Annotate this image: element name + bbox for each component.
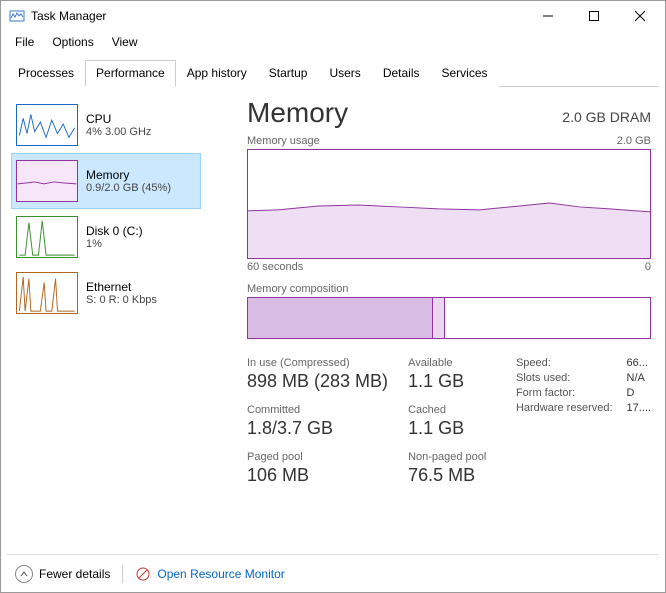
committed-label: Committed (247, 404, 388, 416)
composition-modified (433, 298, 445, 338)
composition-in-use (248, 298, 433, 338)
ethernet-thumb-icon (16, 272, 78, 314)
memory-usage-graph (247, 149, 651, 259)
fewer-details-button[interactable]: Fewer details (39, 567, 110, 581)
cached-label: Cached (408, 404, 486, 416)
paged-value: 106 MB (247, 465, 388, 486)
tab-apphistory[interactable]: App history (176, 60, 258, 87)
available-value: 1.1 GB (408, 371, 486, 392)
sidebar-memory-sub: 0.9/2.0 GB (45%) (86, 182, 171, 194)
menu-bar: File Options View (1, 31, 665, 53)
panel-title: Memory (247, 97, 348, 129)
footer-separator (122, 565, 123, 583)
panel-subtitle: 2.0 GB DRAM (562, 109, 651, 125)
composition-label: Memory composition (247, 283, 651, 295)
sidebar-item-ethernet[interactable]: EthernetS: 0 R: 0 Kbps (11, 265, 201, 321)
sidebar-item-memory[interactable]: Memory0.9/2.0 GB (45%) (11, 153, 201, 209)
menu-file[interactable]: File (7, 33, 42, 51)
sidebar-disk-sub: 1% (86, 238, 143, 250)
tab-performance[interactable]: Performance (85, 60, 176, 87)
usage-label: Memory usage (247, 135, 320, 147)
memory-thumb-icon (16, 160, 78, 202)
footer-bar: Fewer details Open Resource Monitor (7, 554, 659, 592)
usage-max: 2.0 GB (617, 135, 651, 147)
sidebar-item-disk[interactable]: Disk 0 (C:)1% (11, 209, 201, 265)
reserved-label: Hardware reserved: (516, 402, 613, 414)
cpu-thumb-icon (16, 104, 78, 146)
slots-value: N/A (627, 372, 651, 384)
memory-stats: In use (Compressed) 898 MB (283 MB) Commi… (247, 357, 651, 486)
maximize-button[interactable] (571, 1, 617, 31)
sidebar-cpu-name: CPU (86, 112, 151, 126)
form-value: D (627, 387, 651, 399)
x-axis-right: 0 (645, 261, 651, 273)
inuse-value: 898 MB (283 MB) (247, 371, 388, 392)
sidebar-cpu-sub: 4% 3.00 GHz (86, 126, 151, 138)
sidebar-item-cpu[interactable]: CPU4% 3.00 GHz (11, 97, 201, 153)
disk-thumb-icon (16, 216, 78, 258)
menu-view[interactable]: View (104, 33, 146, 51)
composition-free (445, 298, 650, 338)
tab-startup[interactable]: Startup (258, 60, 319, 87)
app-icon (9, 8, 25, 24)
speed-label: Speed: (516, 357, 613, 369)
resource-monitor-icon (135, 566, 151, 582)
slots-label: Slots used: (516, 372, 613, 384)
memory-panel: Memory 2.0 GB DRAM Memory usage 2.0 GB 6… (201, 97, 651, 548)
sidebar-disk-name: Disk 0 (C:) (86, 224, 143, 238)
inuse-label: In use (Compressed) (247, 357, 388, 369)
sidebar-eth-sub: S: 0 R: 0 Kbps (86, 294, 157, 306)
available-label: Available (408, 357, 486, 369)
title-bar: Task Manager (1, 1, 665, 31)
content-area: CPU4% 3.00 GHz Memory0.9/2.0 GB (45%) Di… (1, 87, 665, 554)
close-button[interactable] (617, 1, 663, 31)
nonpaged-label: Non-paged pool (408, 451, 486, 463)
sidebar-eth-name: Ethernet (86, 280, 157, 294)
tab-details[interactable]: Details (372, 60, 431, 87)
reserved-value: 17.... (627, 402, 651, 414)
chevron-up-icon[interactable] (15, 565, 33, 583)
tab-services[interactable]: Services (431, 60, 499, 87)
sidebar-memory-name: Memory (86, 168, 171, 182)
form-label: Form factor: (516, 387, 613, 399)
cached-value: 1.1 GB (408, 418, 486, 439)
x-axis-left: 60 seconds (247, 261, 303, 273)
tab-strip: Processes Performance App history Startu… (1, 53, 665, 86)
menu-options[interactable]: Options (44, 33, 101, 51)
minimize-button[interactable] (525, 1, 571, 31)
open-resource-monitor-link[interactable]: Open Resource Monitor (157, 567, 284, 581)
paged-label: Paged pool (247, 451, 388, 463)
tab-processes[interactable]: Processes (7, 60, 85, 87)
memory-composition-bar (247, 297, 651, 339)
hardware-specs: Speed: 66... Slots used: N/A Form factor: D… (516, 357, 651, 414)
speed-value: 66... (627, 357, 651, 369)
tab-users[interactable]: Users (318, 60, 371, 87)
performance-sidebar: CPU4% 3.00 GHz Memory0.9/2.0 GB (45%) Di… (11, 97, 201, 548)
window-title: Task Manager (31, 9, 106, 23)
nonpaged-value: 76.5 MB (408, 465, 486, 486)
committed-value: 1.8/3.7 GB (247, 418, 388, 439)
